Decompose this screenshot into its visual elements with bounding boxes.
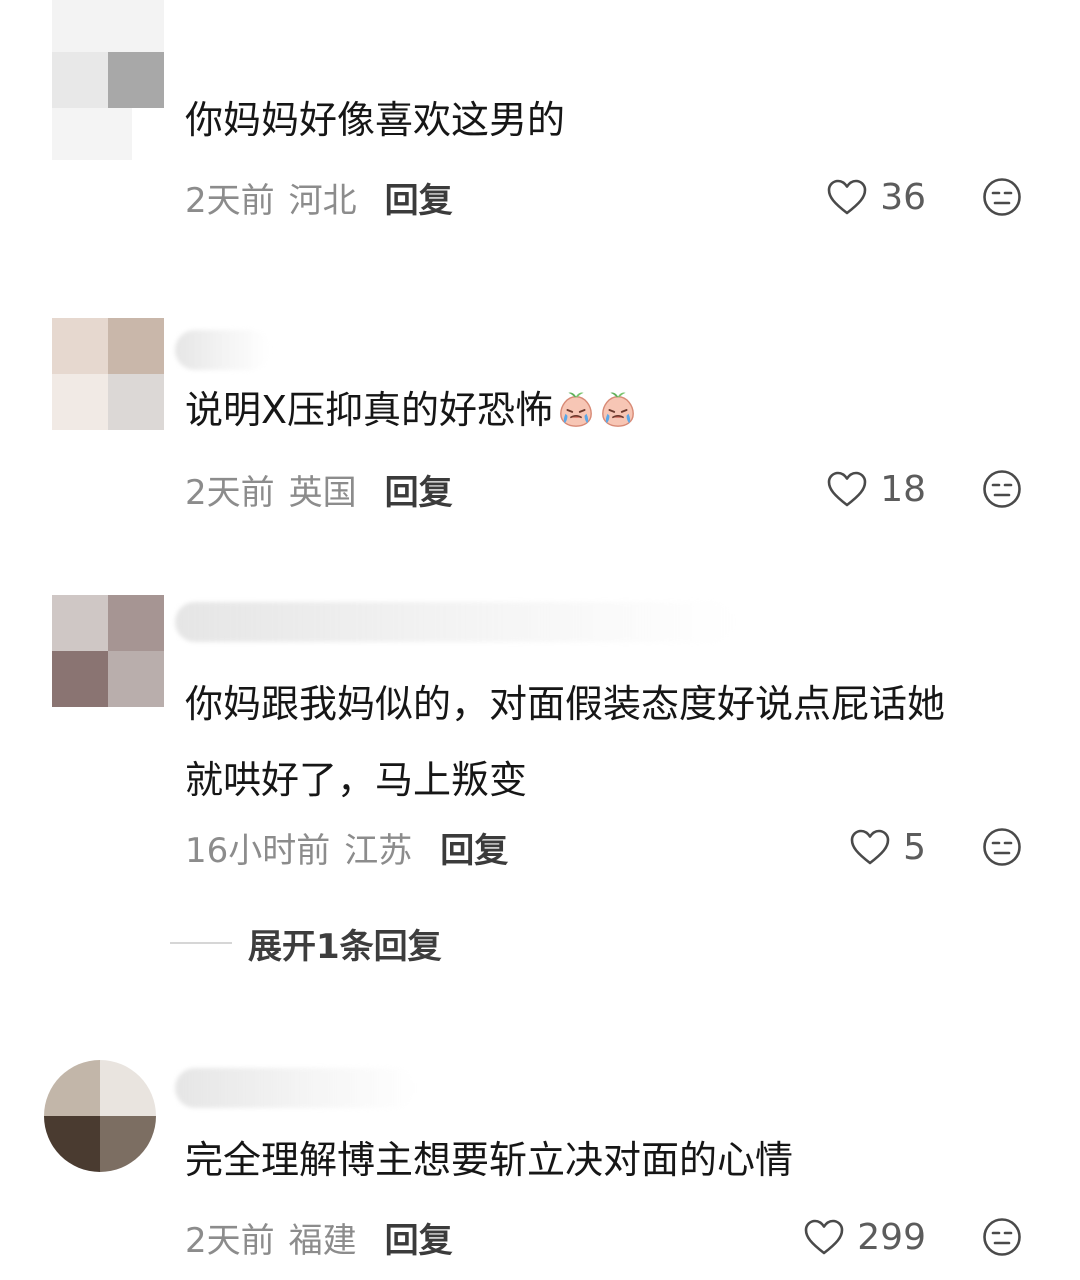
- avatar[interactable]: [52, 595, 164, 707]
- avatar[interactable]: [52, 318, 164, 430]
- like-count: 299: [857, 1216, 926, 1258]
- unamused-face-icon[interactable]: [982, 1217, 1022, 1257]
- username-blurred: [175, 602, 735, 642]
- avatar[interactable]: [52, 0, 164, 160]
- crying-peach-emoji: [560, 392, 592, 427]
- comment-location: 江苏: [344, 830, 413, 871]
- unamused-face-icon[interactable]: [982, 469, 1022, 509]
- reply-button[interactable]: 回复: [385, 173, 453, 222]
- heart-icon: [850, 829, 890, 865]
- unamused-face-icon[interactable]: [982, 827, 1022, 867]
- heart-icon: [827, 179, 867, 215]
- like-button[interactable]: 299: [803, 1217, 926, 1258]
- comment-time: 2天前: [185, 180, 275, 221]
- comment-time: 16小时前: [185, 830, 331, 871]
- heart-icon: [827, 471, 867, 507]
- comment-meta: 16小时前 江苏 回复 5: [185, 822, 1022, 872]
- like-count: 5: [903, 826, 926, 868]
- comment-location: 英国: [288, 472, 357, 513]
- reply-button[interactable]: 回复: [385, 465, 453, 514]
- like-count: 18: [880, 468, 926, 510]
- comment-meta: 2天前 英国 回复 18: [185, 464, 1022, 514]
- like-button[interactable]: 18: [826, 469, 926, 510]
- divider-line: [170, 942, 232, 944]
- comment-time: 2天前: [185, 472, 275, 513]
- unamused-face-icon[interactable]: [982, 177, 1022, 217]
- crying-peach-emoji: [602, 392, 634, 427]
- comment-meta: 2天前 福建 回复 299: [185, 1212, 1022, 1262]
- avatar[interactable]: [44, 1060, 156, 1172]
- expand-replies-label: 展开1条回复: [248, 926, 442, 967]
- like-button[interactable]: 5: [849, 827, 926, 868]
- reply-button[interactable]: 回复: [440, 823, 508, 872]
- like-count: 36: [880, 176, 926, 218]
- username-blurred: [175, 330, 270, 370]
- comment-location: 福建: [288, 1220, 357, 1261]
- heart-icon: [804, 1219, 844, 1255]
- comment-meta: 2天前 河北 回复 36: [185, 172, 1022, 222]
- comment-text: 说明X压抑真的好恐怖: [185, 372, 1030, 448]
- comment-text: 你妈妈好像喜欢这男的: [185, 98, 566, 142]
- comment-text: 完全理解博主想要斩立决对面的心情: [185, 1138, 794, 1182]
- reply-button[interactable]: 回复: [385, 1213, 453, 1262]
- expand-replies-button[interactable]: 展开1条回复: [170, 918, 442, 968]
- like-button[interactable]: 36: [826, 177, 926, 218]
- comment-text: 你妈跟我妈似的，对面假装态度好说点屁话她 就哄好了，马上叛变: [185, 682, 946, 802]
- username-blurred: [175, 1068, 415, 1108]
- comment-time: 2天前: [185, 1220, 275, 1261]
- comment-location: 河北: [288, 180, 357, 221]
